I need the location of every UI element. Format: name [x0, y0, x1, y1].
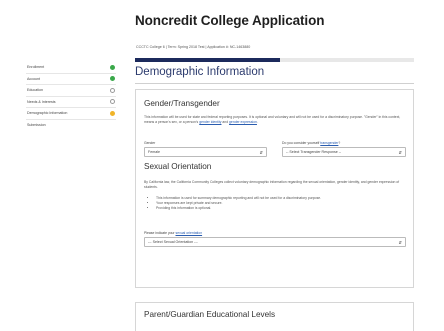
- page-title: Demographic Information: [135, 66, 265, 78]
- sexual-orientation-select[interactable]: --- Select Sexual Orientation --- ⇵: [144, 237, 406, 247]
- chevron-down-icon: ⇵: [259, 149, 263, 155]
- sidebar-item-label: Enrollment: [27, 65, 45, 70]
- parent-education-card: Parent/Guardian Educational Levels: [135, 302, 414, 331]
- sidebar-item-account[interactable]: Account: [26, 74, 116, 85]
- app-title: Noncredit College Application: [135, 13, 325, 28]
- status-incomplete-icon: [110, 99, 115, 105]
- orientation-intro: By California law, the California Commun…: [144, 180, 400, 190]
- status-incomplete-icon: [110, 87, 115, 93]
- divider: [135, 83, 414, 84]
- gender-select[interactable]: Female ⇵: [144, 147, 267, 157]
- status-complete-icon: [110, 64, 115, 70]
- demographic-card: Gender/Transgender This information will…: [135, 89, 414, 288]
- gender-label: Gender: [144, 141, 156, 145]
- orientation-bullets: This information is used for summary dem…: [148, 196, 398, 212]
- sidebar-item-label: Education: [27, 88, 43, 93]
- transgender-link[interactable]: transgender: [320, 141, 338, 145]
- sidebar-item-enrollment[interactable]: Enrollment: [26, 62, 116, 74]
- sidebar-item-demographic[interactable]: Demographic Information: [26, 108, 116, 120]
- sidebar-item-label: Needs & Interests: [27, 99, 56, 104]
- gender-section-title: Gender/Transgender: [144, 99, 220, 108]
- sidebar-item-label: Submission: [27, 123, 46, 128]
- sidebar-item-submission[interactable]: Submission: [26, 120, 116, 132]
- sidebar-item-label: Account: [27, 76, 40, 81]
- status-complete-icon: [110, 76, 115, 82]
- gender-expression-link[interactable]: gender expression: [229, 120, 257, 124]
- transgender-label: Do you consider yourself transgender?: [282, 141, 341, 145]
- sidebar-nav: Enrollment Account Education Needs & Int…: [26, 62, 116, 131]
- progress-bar-fill: [135, 58, 281, 62]
- sexual-orientation-link[interactable]: sexual orientation: [176, 231, 203, 235]
- orientation-section-title: Sexual Orientation: [144, 162, 212, 171]
- sidebar-item-label: Demographic Information: [27, 111, 68, 116]
- gender-intro: This information will be used for state …: [144, 115, 401, 125]
- gender-identity-link[interactable]: gender identity: [199, 120, 221, 124]
- orientation-prompt: Please indicate your sexual orientation: [144, 231, 203, 235]
- progress-bar: [135, 58, 414, 62]
- chevron-down-icon: ⇵: [398, 239, 402, 245]
- transgender-select[interactable]: -- Select Transgender Response -- ⇵: [282, 147, 406, 157]
- chevron-down-icon: ⇵: [398, 149, 402, 155]
- status-in-progress-icon: [110, 110, 115, 116]
- sidebar-item-needs-interests[interactable]: Needs & Interests: [26, 97, 116, 108]
- list-item: Providing this information is optional.: [156, 206, 398, 211]
- application-info: CCCTC College 6 | Term: Spring 2018 Test…: [136, 45, 251, 49]
- sidebar-item-education[interactable]: Education: [26, 85, 116, 97]
- parent-section-title: Parent/Guardian Educational Levels: [144, 310, 276, 319]
